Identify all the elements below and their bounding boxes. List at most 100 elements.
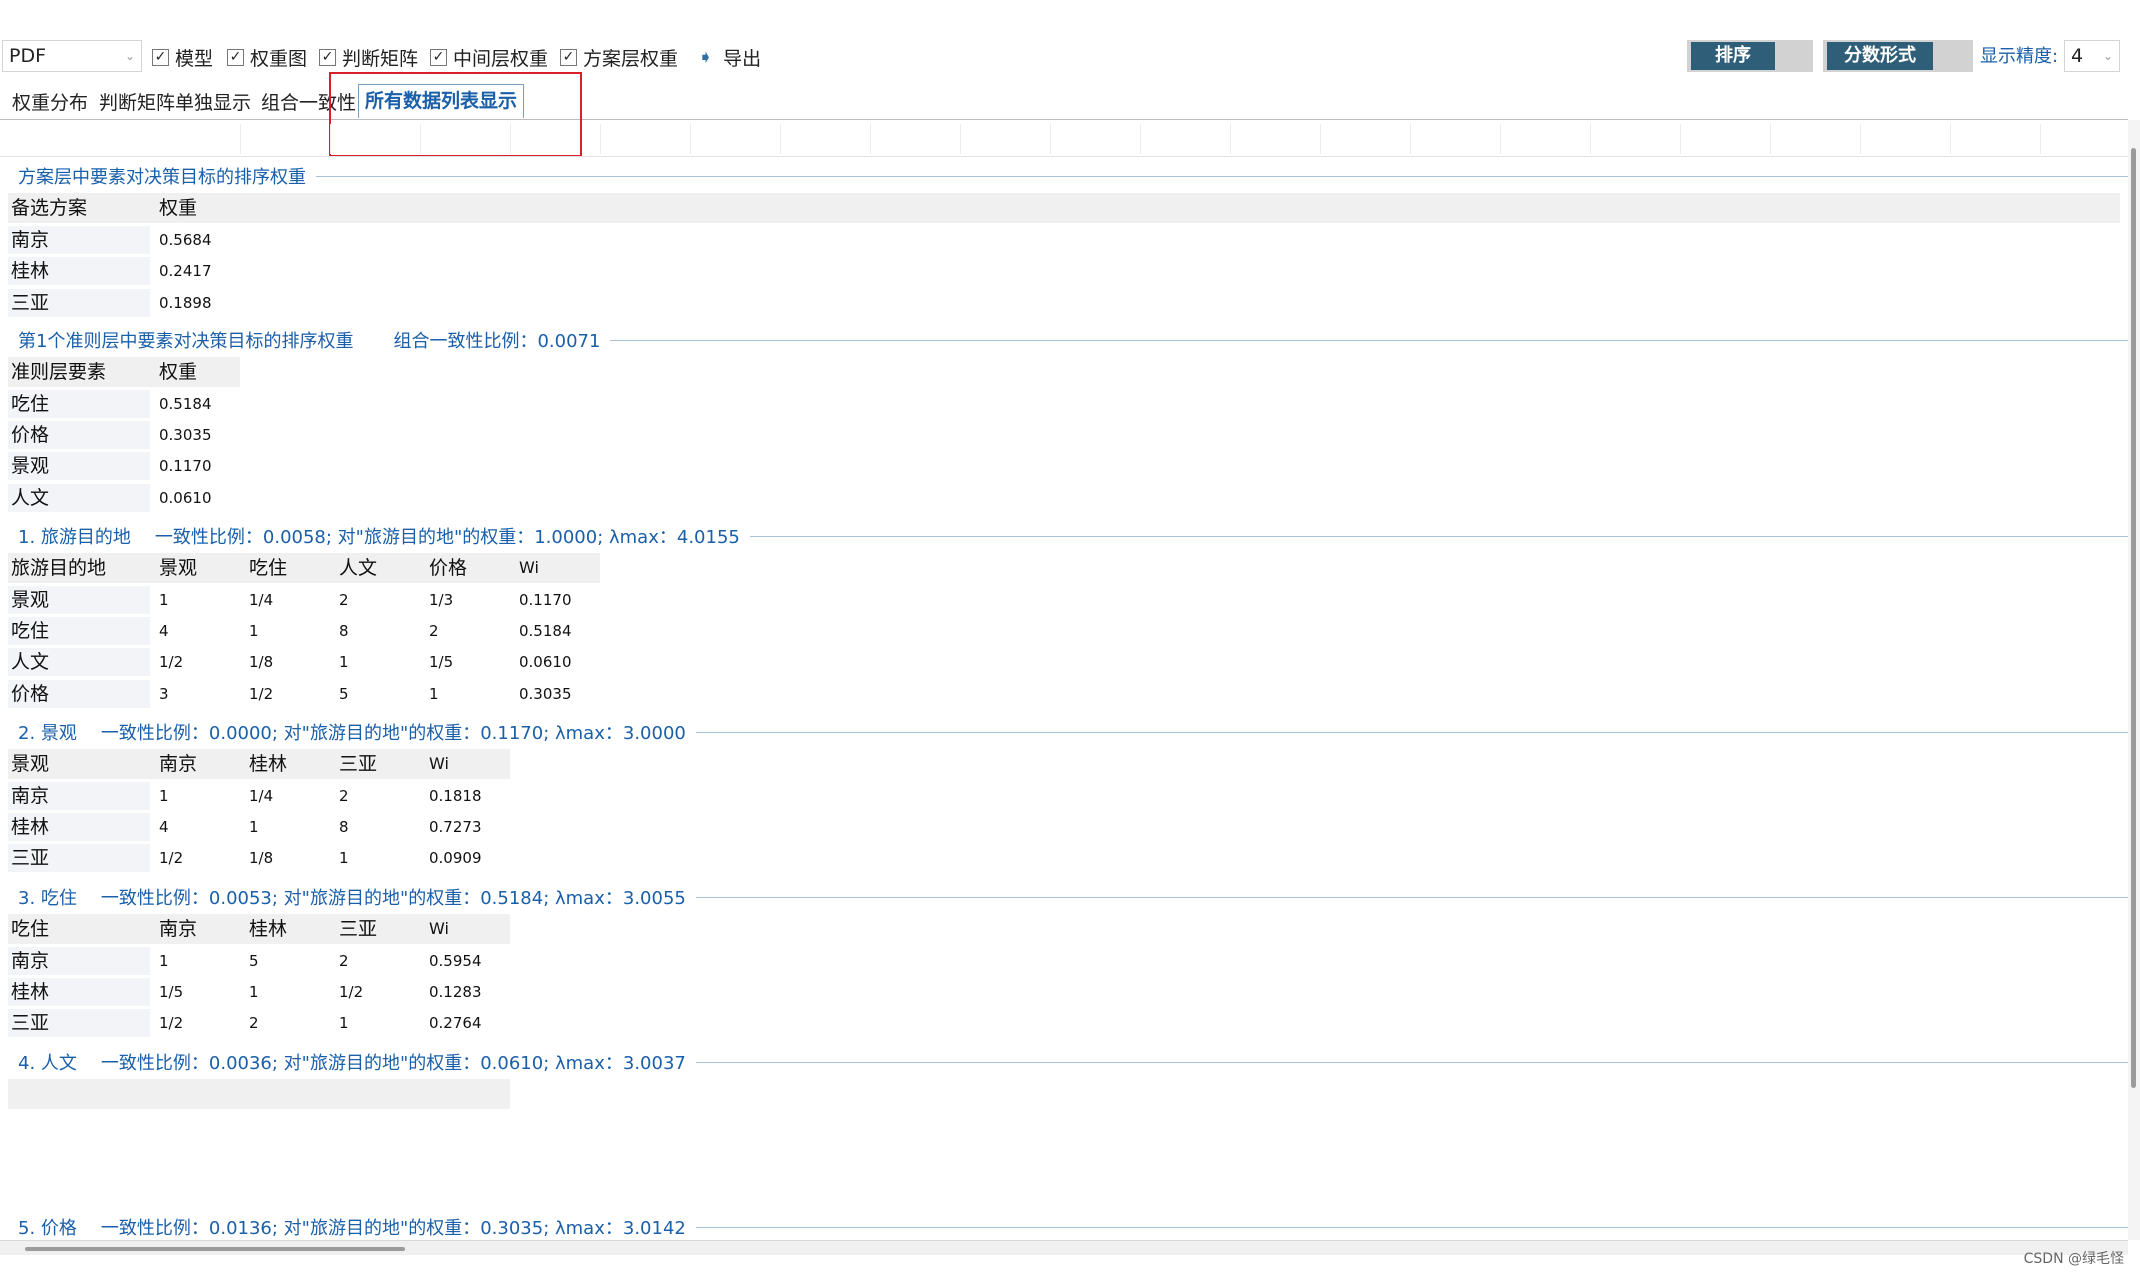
section-title: 3. 吃住 一致性比例：0.0053; 对"旅游目的地"的权重：0.5184; …: [18, 886, 2128, 909]
checkbox-weight-chart[interactable]: ✓ 权重图: [227, 42, 307, 72]
vertical-scrollbar[interactable]: [2128, 120, 2140, 1240]
table-cell: 4: [159, 818, 169, 836]
table-cell: 0.1170: [159, 457, 212, 475]
section-divider: [695, 1061, 2128, 1063]
table-cell: 1/2: [159, 849, 184, 867]
tab-weight-distribution[interactable]: 权重分布: [12, 88, 88, 118]
checkbox-checked-icon: ✓: [152, 48, 169, 66]
checkbox-model[interactable]: ✓ 模型: [152, 42, 213, 72]
section-divider: [695, 731, 2128, 733]
table-cell: 1: [339, 653, 349, 671]
export-button[interactable]: ➧ 导出: [698, 42, 761, 72]
checkbox-checked-icon: ✓: [560, 48, 577, 66]
table-cell: 三亚: [11, 292, 50, 314]
horizontal-scrollbar[interactable]: [0, 1240, 2128, 1255]
table-cell: 0.5184: [159, 395, 212, 413]
section-title-text: 5. 价格: [18, 1218, 77, 1239]
toolbar: PDF ⌄ ✓ 模型 ✓ 权重图 ✓ 判断矩阵 ✓ 中间层权重 ✓ 方案层权重 …: [0, 38, 2140, 76]
table-cell: 1/2: [159, 653, 184, 671]
table-cell: 0.2417: [159, 262, 212, 280]
table-cell: 景观: [11, 455, 50, 477]
vertical-scroll-thumb[interactable]: [2131, 148, 2136, 1088]
table-cell: 吃住: [11, 620, 50, 642]
table-cell: 价格: [11, 683, 50, 705]
data-list-panel[interactable]: 方案层中要素对决策目标的排序权重 备选方案 权重 南京 0.5684 桂林 0.…: [0, 120, 2128, 1240]
table-cell: 8: [339, 622, 349, 640]
section-title: 4. 人文 一致性比例：0.0036; 对"旅游目的地"的权重：0.0610; …: [18, 1051, 2128, 1074]
table-cell: 0.5184: [519, 622, 572, 640]
section-info: 一致性比例：0.0058; 对"旅游目的地"的权重：1.0000; λmax：4…: [154, 527, 740, 548]
table-cell: 4: [159, 622, 169, 640]
horizontal-scroll-thumb[interactable]: [25, 1247, 405, 1251]
table-cell: 桂林: [11, 816, 50, 838]
section-info: 一致性比例：0.0036; 对"旅游目的地"的权重：0.0610; λmax：3…: [100, 1053, 686, 1074]
table-cell: 2: [339, 952, 349, 970]
format-select[interactable]: PDF ⌄: [2, 40, 142, 72]
section-title-text: 方案层中要素对决策目标的排序权重: [18, 167, 306, 188]
table-header-row: 景观 南京 桂林 三亚 Wi: [8, 749, 510, 779]
table-cell: 0.3035: [519, 685, 572, 703]
checkbox-scheme-layer-weight[interactable]: ✓ 方案层权重: [560, 42, 678, 72]
table-cell: 2: [429, 622, 439, 640]
table-cell: 人文: [11, 487, 50, 509]
checkbox-label: 权重图: [250, 47, 308, 70]
table-cell: 吃住: [11, 393, 50, 415]
precision-select[interactable]: 4 ⌄: [2064, 40, 2120, 72]
checkbox-checked-icon: ✓: [227, 48, 244, 66]
section-divider: [316, 175, 2128, 177]
watermark: CSDN @绿毛怪: [2023, 1251, 2124, 1267]
section-title-text: 第1个准则层中要素对决策目标的排序权重: [18, 331, 354, 352]
fraction-format-button[interactable]: 分数形式: [1827, 42, 1933, 70]
header-cell: Wi: [429, 919, 449, 938]
header-cell: Wi: [429, 754, 449, 773]
section-info: 一致性比例：0.0053; 对"旅游目的地"的权重：0.5184; λmax：3…: [100, 888, 686, 909]
header-cell: 备选方案: [11, 197, 88, 219]
table-cell: 1: [249, 818, 259, 836]
chevron-down-icon: ⌄: [2102, 49, 2113, 63]
table-header-row: [8, 1079, 510, 1109]
chevron-down-icon: ⌄: [124, 49, 135, 63]
section-title-text: 1. 旅游目的地: [18, 527, 131, 548]
section-divider: [695, 1226, 2128, 1228]
table-cell: 1: [249, 983, 259, 1001]
table-cell: 1/5: [429, 653, 454, 671]
table-cell: 0.1283: [429, 983, 482, 1001]
fraction-button-frame: 分数形式: [1823, 40, 1973, 72]
section-info: 一致性比例：0.0000; 对"旅游目的地"的权重：0.1170; λmax：3…: [100, 723, 686, 744]
table-cell: 价格: [11, 424, 50, 446]
table-cell: 0.5684: [159, 231, 212, 249]
section-info: 一致性比例：0.0136; 对"旅游目的地"的权重：0.3035; λmax：3…: [100, 1218, 686, 1239]
tab-bar: 权重分布 判断矩阵单独显示 组合一致性 所有数据列表显示: [0, 84, 2140, 120]
table-cell: 0.1818: [429, 787, 482, 805]
table-cell: 5: [339, 685, 349, 703]
table-cell: 1/5: [159, 983, 184, 1001]
table-cell: 三亚: [11, 1012, 50, 1034]
table-cell: 1/2: [339, 983, 364, 1001]
section-title: 1. 旅游目的地 一致性比例：0.0058; 对"旅游目的地"的权重：1.000…: [18, 525, 2128, 548]
table-cell: 0.1898: [159, 294, 212, 312]
table-cell: 0.7273: [429, 818, 482, 836]
section-title: 第1个准则层中要素对决策目标的排序权重 组合一致性比例：0.0071: [18, 329, 2128, 352]
header-cell: 桂林: [249, 918, 288, 940]
table-cell: 1/2: [159, 1014, 184, 1032]
checkbox-checked-icon: ✓: [430, 48, 447, 66]
section-title-text: 2. 景观: [18, 723, 77, 744]
table-cell: 1: [159, 787, 169, 805]
table-cell: 南京: [11, 229, 50, 251]
section-title: 5. 价格 一致性比例：0.0136; 对"旅游目的地"的权重：0.3035; …: [18, 1216, 2128, 1239]
header-cell: 桂林: [249, 753, 288, 775]
export-icon: ➧: [698, 46, 714, 68]
checkbox-checked-icon: ✓: [319, 48, 336, 66]
header-cell: 景观: [159, 557, 198, 579]
table-cell: 桂林: [11, 981, 50, 1003]
table-header-row: 吃住 南京 桂林 三亚 Wi: [8, 914, 510, 944]
table-cell: 1/3: [429, 591, 454, 609]
tab-judgment-matrix-separate[interactable]: 判断矩阵单独显示: [99, 88, 251, 118]
table-cell: 0.0610: [519, 653, 572, 671]
table-cell: 5: [249, 952, 259, 970]
sort-button[interactable]: 排序: [1691, 42, 1775, 70]
table-cell: 1: [429, 685, 439, 703]
table-cell: 0.2764: [429, 1014, 482, 1032]
checkbox-judgment-matrix[interactable]: ✓ 判断矩阵: [319, 42, 418, 72]
checkbox-middle-layer-weight[interactable]: ✓ 中间层权重: [430, 42, 548, 72]
